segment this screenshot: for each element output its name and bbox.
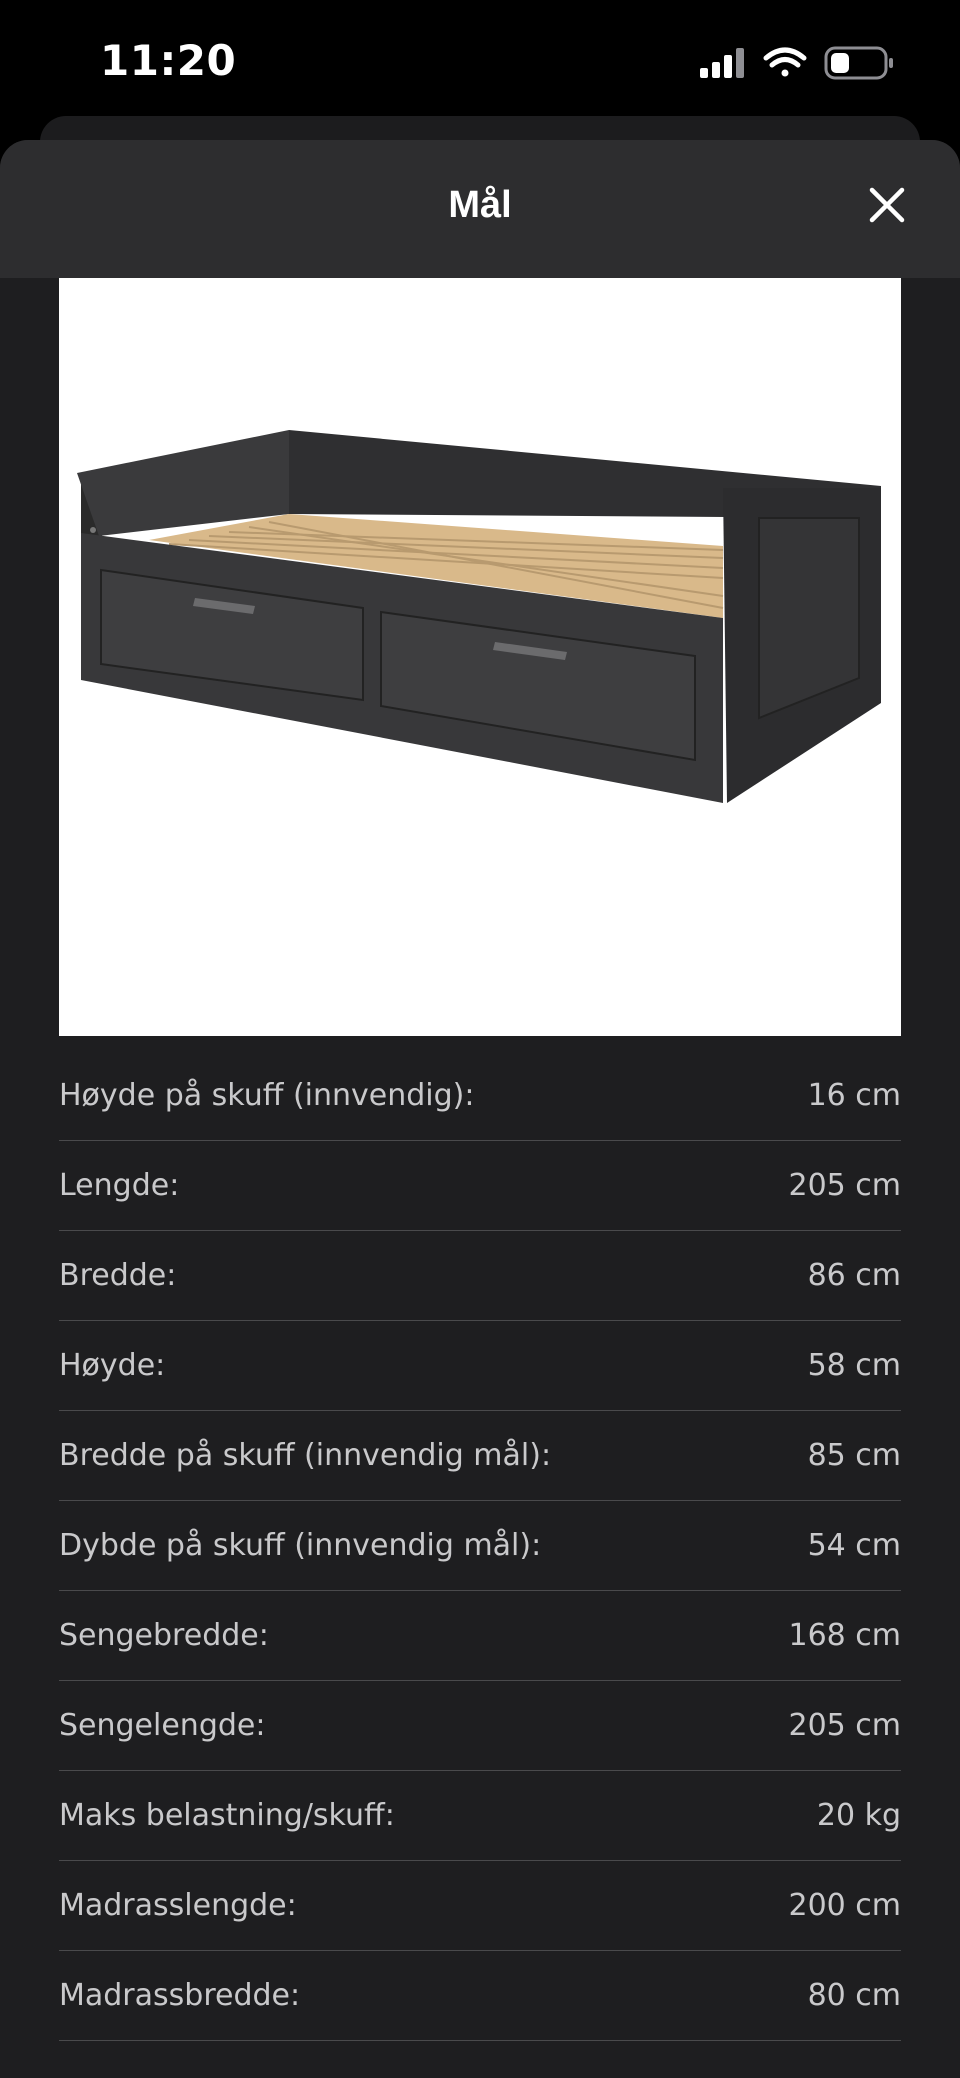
spec-value: 80 cm bbox=[807, 1978, 901, 2013]
spec-value: 205 cm bbox=[788, 1708, 901, 1743]
spec-row: Høyde på skuff (innvendig): 16 cm bbox=[59, 1051, 901, 1141]
spec-value: 85 cm bbox=[807, 1438, 901, 1473]
spec-row: Bredde på skuff (innvendig mål): 85 cm bbox=[59, 1411, 901, 1501]
spec-label: Høyde: bbox=[59, 1348, 166, 1383]
dimensions-list: Høyde på skuff (innvendig): 16 cm Lengde:… bbox=[59, 1051, 901, 2041]
spec-row: Lengde: 205 cm bbox=[59, 1141, 901, 1231]
spec-label: Sengebredde: bbox=[59, 1618, 269, 1653]
spec-label: Sengelengde: bbox=[59, 1708, 266, 1743]
spec-label: Høyde på skuff (innvendig): bbox=[59, 1078, 475, 1113]
status-bar: 11:20 bbox=[0, 0, 960, 130]
spec-row: Dybde på skuff (innvendig mål): 54 cm bbox=[59, 1501, 901, 1591]
spec-label: Lengde: bbox=[59, 1168, 180, 1203]
spec-value: 58 cm bbox=[807, 1348, 901, 1383]
spec-row: Maks belastning/skuff: 20 kg bbox=[59, 1771, 901, 1861]
sheet-title: Mål bbox=[448, 184, 512, 226]
spec-row: Madrassbredde: 80 cm bbox=[59, 1951, 901, 2041]
sheet-header: Mål bbox=[0, 140, 960, 278]
spec-row: Sengebredde: 168 cm bbox=[59, 1591, 901, 1681]
spec-label: Madrassbredde: bbox=[59, 1978, 301, 2013]
spec-row: Madrasslengde: 200 cm bbox=[59, 1861, 901, 1951]
spec-label: Bredde på skuff (innvendig mål): bbox=[59, 1438, 552, 1473]
battery-icon bbox=[824, 46, 893, 80]
spec-row: Bredde: 86 cm bbox=[59, 1231, 901, 1321]
spec-label: Bredde: bbox=[59, 1258, 177, 1293]
daybed-with-drawers-image bbox=[59, 278, 901, 1036]
spec-label: Madrasslengde: bbox=[59, 1888, 297, 1923]
spec-value: 54 cm bbox=[807, 1528, 901, 1563]
wifi-icon bbox=[763, 47, 807, 77]
dimensions-sheet: Mål Høyde på skuff (innvendig): 16 cm Len… bbox=[0, 140, 960, 2078]
close-icon[interactable] bbox=[864, 182, 910, 228]
status-icons bbox=[700, 46, 893, 80]
spec-value: 200 cm bbox=[788, 1888, 901, 1923]
status-time: 11:20 bbox=[100, 36, 237, 85]
spec-row: Høyde: 58 cm bbox=[59, 1321, 901, 1411]
signal-icon bbox=[700, 48, 744, 78]
spec-value: 16 cm bbox=[807, 1078, 901, 1113]
spec-value: 168 cm bbox=[788, 1618, 901, 1653]
spec-label: Maks belastning/skuff: bbox=[59, 1798, 395, 1833]
spec-value: 205 cm bbox=[788, 1168, 901, 1203]
spec-row: Sengelengde: 205 cm bbox=[59, 1681, 901, 1771]
spec-value: 86 cm bbox=[807, 1258, 901, 1293]
spec-value: 20 kg bbox=[816, 1798, 901, 1833]
spec-label: Dybde på skuff (innvendig mål): bbox=[59, 1528, 542, 1563]
